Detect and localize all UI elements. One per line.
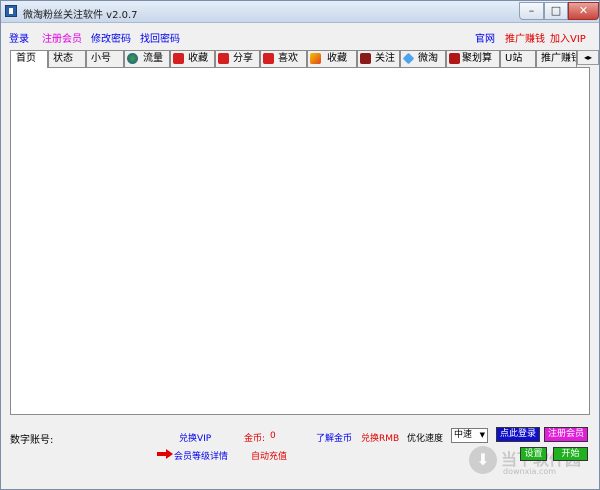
tab-small-account[interactable]: 小号 bbox=[86, 50, 124, 67]
arrow-right-icon bbox=[157, 449, 173, 459]
close-button[interactable]: ✕ bbox=[568, 2, 599, 20]
tab-favorite[interactable]: 收藏 bbox=[170, 50, 215, 67]
taobao-icon bbox=[173, 53, 184, 64]
title-bar: 微淘粉丝关注软件 v2.0.7 – □ ✕ bbox=[1, 1, 599, 23]
juhuasuan-icon bbox=[449, 53, 460, 64]
diamond-icon bbox=[402, 52, 415, 65]
exchange-vip-link[interactable]: 兑换VIP bbox=[179, 431, 211, 444]
start-button[interactable]: 开始 bbox=[553, 447, 588, 461]
tab-traffic[interactable]: 流量 bbox=[124, 50, 170, 67]
app-window: 微淘粉丝关注软件 v2.0.7 – □ ✕ 登录 注册会员 修改密码 找回密码 … bbox=[0, 0, 600, 490]
speed-label: 优化速度 bbox=[407, 434, 444, 444]
auto-recharge-link[interactable]: 自动充值 bbox=[251, 449, 287, 462]
tab-bar: 首页 状态 小号 流量 收藏 分享 喜欢 收藏 关注 微淘 聚划算 U站 推广赚… bbox=[10, 50, 599, 68]
maximize-button[interactable]: □ bbox=[544, 2, 568, 20]
watermark-url: downxia.com bbox=[503, 467, 557, 476]
official-site-link[interactable]: 官网 bbox=[475, 30, 495, 45]
home-content-panel bbox=[10, 67, 590, 415]
tab-u-site[interactable]: U站 bbox=[500, 50, 536, 67]
settings-button[interactable]: 设置 bbox=[520, 447, 547, 461]
register-member-button[interactable]: 注册会员 bbox=[544, 427, 588, 442]
globe-icon bbox=[127, 53, 138, 64]
top-nav: 登录 注册会员 修改密码 找回密码 官网 推广赚钱 加入VIP bbox=[1, 30, 600, 45]
speed-select[interactable]: 中速 ▼ bbox=[451, 428, 488, 443]
login-here-button[interactable]: 点此登录 bbox=[496, 427, 540, 442]
t-icon bbox=[360, 53, 371, 64]
coins-value: 0 bbox=[270, 431, 276, 441]
register-link[interactable]: 注册会员 bbox=[42, 30, 82, 45]
speed-select-value: 中速 bbox=[454, 430, 473, 440]
account-label: 数字账号: bbox=[10, 435, 54, 446]
login-link[interactable]: 登录 bbox=[9, 30, 29, 45]
download-icon: ⬇ bbox=[469, 446, 497, 474]
promote-earn-link[interactable]: 推广赚钱 bbox=[505, 30, 545, 45]
minimize-button[interactable]: – bbox=[519, 2, 544, 20]
exchange-rmb-link[interactable]: 兑换RMB bbox=[361, 431, 399, 444]
tab-scroll-arrows[interactable]: ◂▸ bbox=[577, 50, 599, 65]
tab-share[interactable]: 分享 bbox=[215, 50, 260, 67]
window-title: 微淘粉丝关注软件 v2.0.7 bbox=[23, 10, 138, 21]
feather-icon bbox=[310, 53, 321, 64]
recover-password-link[interactable]: 找回密码 bbox=[140, 30, 180, 45]
change-password-link[interactable]: 修改密码 bbox=[91, 30, 131, 45]
tab-collect[interactable]: 收藏 bbox=[307, 50, 357, 67]
tab-promote[interactable]: 推广赚钱 bbox=[536, 50, 577, 67]
chevron-down-icon: ▼ bbox=[479, 431, 485, 439]
learn-coins-link[interactable]: 了解金币 bbox=[316, 431, 352, 444]
coins-label: 金币: bbox=[244, 434, 266, 444]
tab-juhuasuan[interactable]: 聚划算 bbox=[446, 50, 500, 67]
tab-weitao[interactable]: 微淘 bbox=[400, 50, 446, 67]
member-level-link[interactable]: 会员等级详情 bbox=[174, 449, 228, 462]
taobao-icon bbox=[218, 53, 229, 64]
taobao-icon bbox=[263, 53, 274, 64]
app-icon bbox=[5, 5, 17, 17]
tab-home[interactable]: 首页 bbox=[10, 50, 48, 68]
tab-follow[interactable]: 关注 bbox=[357, 50, 400, 67]
join-vip-link[interactable]: 加入VIP bbox=[550, 30, 586, 45]
tab-like[interactable]: 喜欢 bbox=[260, 50, 307, 67]
tab-status[interactable]: 状态 bbox=[48, 50, 86, 67]
